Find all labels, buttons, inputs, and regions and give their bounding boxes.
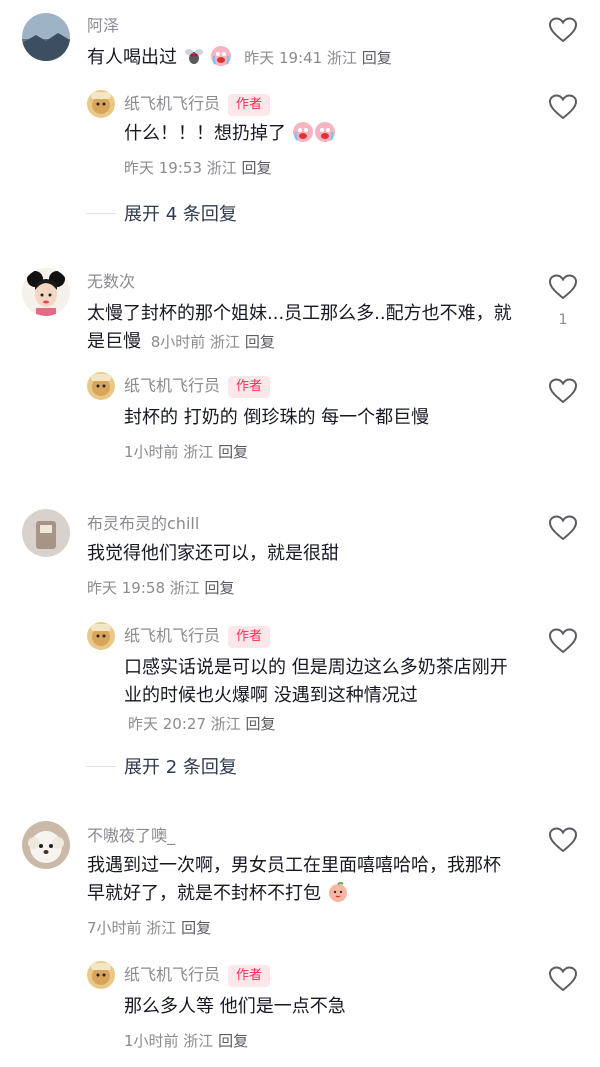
like-button[interactable] — [548, 827, 578, 857]
author-badge: 作者 — [228, 93, 271, 116]
reply-text: 那么多人等 他们是一点不急 — [124, 996, 346, 1017]
reply-button[interactable]: 回复 — [218, 443, 248, 461]
divider — [86, 765, 116, 767]
avatar[interactable] — [87, 622, 115, 650]
heart-outline-icon — [548, 827, 578, 853]
reply-button[interactable]: 回复 — [218, 1032, 248, 1050]
reply-time: 昨天 20:27 浙江 — [128, 715, 241, 733]
heart-outline-icon — [548, 628, 578, 654]
reply-username[interactable]: 纸飞机飞行员 — [124, 626, 220, 645]
comment-time: 昨天 19:58 浙江 — [87, 579, 200, 597]
heart-outline-icon — [548, 966, 578, 992]
comment-text: 太慢了封杯的那个姐妹...员工那么多..配方也不难，就是巨慢 8小时前 浙江 回… — [87, 303, 512, 352]
expand-replies-button[interactable]: 展开 4 条回复 — [86, 200, 237, 226]
peach-emoji-icon — [327, 881, 349, 903]
crying-emoji-icon — [292, 121, 314, 143]
comment-username[interactable]: 阿泽 — [87, 12, 119, 36]
reply-username[interactable]: 纸飞机飞行员 — [124, 94, 220, 113]
crying-emoji-icon — [210, 45, 232, 67]
avatar[interactable] — [87, 961, 115, 989]
reply-button[interactable]: 回复 — [181, 919, 211, 937]
reply-button[interactable]: 回复 — [362, 49, 392, 67]
comment-text: 我觉得他们家还可以，就是很甜 — [87, 543, 339, 564]
fly-emoji-icon — [183, 45, 205, 67]
heart-outline-icon — [548, 515, 578, 541]
divider — [86, 212, 116, 214]
comment-username[interactable]: 布灵布灵的chill — [87, 510, 199, 534]
like-button[interactable]: 1 — [548, 274, 578, 328]
reply-button[interactable]: 回复 — [246, 715, 276, 733]
heart-outline-icon — [548, 274, 578, 300]
comment-meta: 昨天 19:58 浙江 回复 — [87, 577, 235, 598]
reply-header: 纸飞机飞行员 作者 — [124, 961, 271, 987]
author-badge: 作者 — [228, 625, 271, 648]
like-button[interactable] — [548, 94, 578, 124]
reply-text: 封杯的 打奶的 倒珍珠的 每一个都巨慢 — [124, 407, 430, 428]
reply-username[interactable]: 纸飞机飞行员 — [124, 965, 220, 984]
comment-text: 有人喝出过 昨天 19:41 浙江 回复 — [87, 45, 392, 68]
comment-meta: 7小时前 浙江 回复 — [87, 917, 211, 938]
comment-text: 我遇到过一次啊，男女员工在里面嘻嘻哈哈，我那杯早就好了，就是不封杯不打包 — [87, 855, 501, 904]
like-button[interactable] — [548, 17, 578, 47]
avatar[interactable] — [22, 13, 70, 61]
heart-outline-icon — [548, 378, 578, 404]
reply-time: 1小时前 浙江 — [124, 443, 214, 461]
like-button[interactable] — [548, 628, 578, 658]
heart-outline-icon — [548, 94, 578, 120]
like-button[interactable] — [548, 378, 578, 408]
avatar[interactable] — [22, 821, 70, 869]
reply-button[interactable]: 回复 — [245, 333, 275, 351]
like-count: 1 — [558, 312, 568, 328]
avatar[interactable] — [87, 372, 115, 400]
reply-text: 什么！！！想扔掉了 — [124, 120, 524, 148]
comment-username[interactable]: 不嗷夜了噢_ — [87, 822, 175, 846]
avatar[interactable] — [22, 509, 70, 557]
like-button[interactable] — [548, 515, 578, 545]
reply-header: 纸飞机飞行员 作者 — [124, 90, 271, 116]
reply-header: 纸飞机飞行员 作者 — [124, 622, 271, 648]
author-badge: 作者 — [228, 375, 271, 398]
avatar[interactable] — [87, 90, 115, 118]
reply-button[interactable]: 回复 — [242, 159, 272, 177]
reply-button[interactable]: 回复 — [205, 579, 235, 597]
like-button[interactable] — [548, 966, 578, 996]
author-badge: 作者 — [228, 964, 271, 987]
reply-header: 纸飞机飞行员 作者 — [124, 372, 271, 398]
comment-time: 昨天 19:41 浙江 — [244, 49, 357, 67]
reply-time: 昨天 19:53 浙江 — [124, 159, 237, 177]
heart-outline-icon — [548, 17, 578, 43]
crying-emoji-icon — [314, 121, 336, 143]
avatar[interactable] — [22, 268, 70, 316]
reply-meta: 1小时前 浙江 回复 — [124, 441, 248, 462]
expand-replies-button[interactable]: 展开 2 条回复 — [86, 753, 237, 779]
reply-meta: 昨天 19:53 浙江 回复 — [124, 157, 272, 178]
reply-username[interactable]: 纸飞机飞行员 — [124, 376, 220, 395]
comment-time: 7小时前 浙江 — [87, 919, 177, 937]
reply-text: 口感实话说是可以的 但是周边这么多奶茶店刚开业的时候也火爆啊 没遇到这种情况过 … — [124, 657, 508, 733]
comment-username[interactable]: 无数次 — [87, 268, 135, 292]
reply-time: 1小时前 浙江 — [124, 1032, 214, 1050]
comment-time: 8小时前 浙江 — [150, 333, 241, 351]
reply-meta: 1小时前 浙江 回复 — [124, 1030, 248, 1051]
